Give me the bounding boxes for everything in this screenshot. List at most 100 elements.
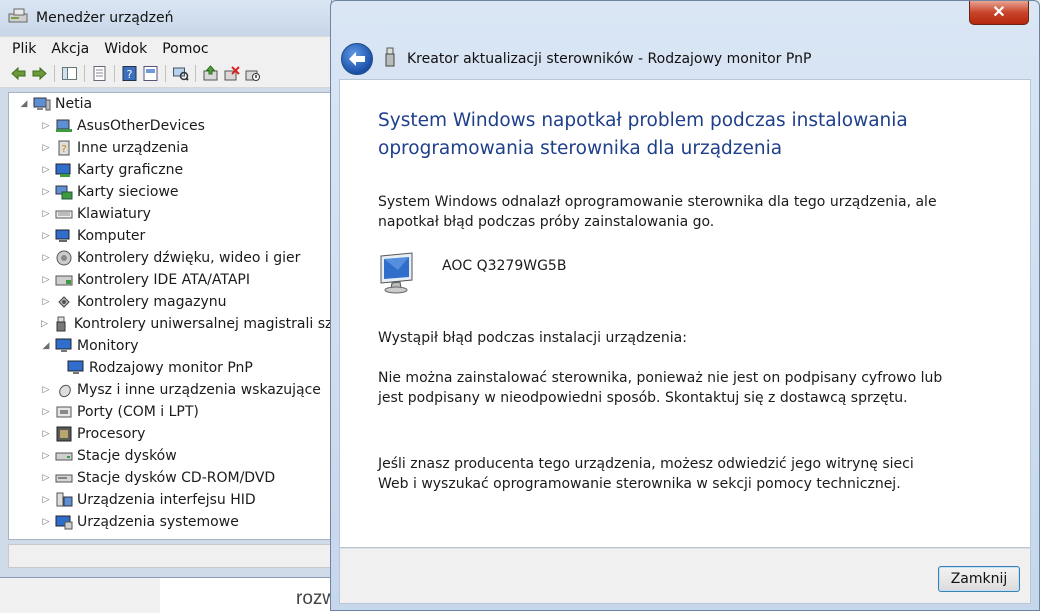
manufacturer-hint: Jeśli znasz producenta tego urządzenia, … — [378, 456, 914, 492]
expand-triangle-icon[interactable]: ▷ — [41, 253, 51, 263]
tree-category-item[interactable]: ▷ Kontrolery uniwersalnej magistrali sze — [9, 313, 331, 335]
tree-category-item[interactable]: ▷ Kontrolery IDE ATA/ATAPI — [9, 269, 331, 291]
error-label: Wystąpił błąd podczas instalacji urządze… — [378, 330, 687, 346]
tree-category-item[interactable]: ▷ Stacje dysków CD-ROM/DVD — [9, 467, 331, 489]
view-icon[interactable] — [142, 65, 159, 82]
tree-category-item[interactable]: ▷ AsusOtherDevices — [9, 115, 331, 137]
menu-pomoc[interactable]: Pomoc — [162, 41, 208, 57]
tree-item-label: Klawiatury — [77, 206, 151, 222]
menu-plik[interactable]: Plik — [12, 41, 36, 57]
expand-triangle-icon[interactable]: ▷ — [41, 473, 51, 483]
show-hide-tree-icon[interactable] — [61, 65, 78, 82]
expand-triangle-icon[interactable]: ▷ — [41, 407, 51, 417]
tree-category-item[interactable]: ▷ Mysz i inne urządzenia wskazujące — [9, 379, 331, 401]
device-tree[interactable]: ◢ Netia ▷ AsusOtherDevices ▷? Inne urządzen… — [8, 92, 332, 540]
expand-triangle-icon[interactable]: ▷ — [41, 187, 51, 197]
expand-triangle-icon[interactable]: ▷ — [41, 121, 51, 131]
tree-item-label: Kontrolery magazynu — [77, 294, 227, 310]
forward-arrow-icon[interactable] — [31, 65, 48, 82]
wizard-footer: Zamknij — [339, 548, 1031, 604]
back-button[interactable] — [341, 43, 373, 75]
toolbar-separator — [165, 65, 166, 82]
cdrom-icon — [55, 470, 73, 486]
error-detail: Nie można zainstalować sterownika, ponie… — [378, 370, 943, 406]
uninstall-icon[interactable] — [223, 65, 240, 82]
wizard-heading: System Windows napotkał problem podczas … — [378, 110, 908, 159]
tree-category-item[interactable]: ▷ Karty sieciowe — [9, 181, 331, 203]
expand-triangle-icon[interactable]: ▷ — [41, 143, 51, 153]
system-device-icon — [55, 514, 73, 530]
computer-icon — [33, 96, 51, 112]
expand-triangle-icon[interactable]: ▷ — [41, 297, 51, 307]
tree-item-label: Urządzenia interfejsu HID — [77, 492, 256, 508]
device-manager-titlebar[interactable]: Menedżer urządzeń — [0, 0, 331, 36]
network-device-icon — [55, 118, 73, 134]
update-driver-icon[interactable] — [202, 65, 219, 82]
window-close-button[interactable]: ✕ — [969, 1, 1029, 25]
expand-triangle-icon[interactable]: ▷ — [41, 517, 51, 527]
svg-text:?: ? — [61, 144, 66, 155]
tree-item-label: Procesory — [77, 426, 146, 442]
menu-widok[interactable]: Widok — [104, 41, 147, 57]
device-tree-rows: ◢ Netia ▷ AsusOtherDevices ▷? Inne urządzen… — [9, 93, 331, 533]
toolbar-separator — [84, 65, 85, 82]
collapse-triangle-icon[interactable]: ◢ — [19, 99, 29, 109]
wizard-title: Kreator aktualizacji sterowników - Rodza… — [407, 51, 812, 67]
expand-triangle-icon[interactable]: ▷ — [41, 231, 51, 241]
network-adapter-icon — [55, 184, 73, 200]
tree-category-item[interactable]: ▷ Klawiatury — [9, 203, 331, 225]
back-arrow-icon — [349, 52, 365, 66]
monitor-icon — [378, 250, 418, 298]
tree-item-label: Karty sieciowe — [77, 184, 179, 200]
tree-category-item[interactable]: ▷? Inne urządzenia — [9, 137, 331, 159]
wizard-intro-text: System Windows odnalazł oprogramowanie s… — [378, 194, 937, 230]
tree-category-item[interactable]: ▷ Kontrolery magazynu — [9, 291, 331, 313]
unknown-device-icon: ? — [55, 140, 73, 156]
tree-category-item[interactable]: ▷ Porty (COM i LPT) — [9, 401, 331, 423]
expand-triangle-icon[interactable]: ▷ — [41, 385, 51, 395]
ide-controller-icon — [55, 272, 73, 288]
expand-triangle-icon[interactable]: ▷ — [41, 275, 51, 285]
tree-item-label: Porty (COM i LPT) — [77, 404, 199, 420]
tree-category-item[interactable]: ▷ Urządzenia interfejsu HID — [9, 489, 331, 511]
toolbar-separator — [114, 65, 115, 82]
device-manager-app-icon — [8, 8, 28, 28]
tree-root-label: Netia — [55, 96, 93, 112]
tree-category-item[interactable]: ▷ Procesory — [9, 423, 331, 445]
properties-icon[interactable] — [91, 65, 108, 82]
usb-device-icon — [385, 47, 395, 71]
tree-category-item[interactable]: ◢ Monitory — [9, 335, 331, 357]
tree-category-item[interactable]: ▷ Stacje dysków — [9, 445, 331, 467]
tree-root[interactable]: ◢ Netia — [9, 93, 331, 115]
tree-item-label: Rodzajowy monitor PnP — [89, 360, 253, 376]
tree-category-item[interactable]: ▷ Komputer — [9, 225, 331, 247]
expand-triangle-icon[interactable]: ▷ — [41, 451, 51, 461]
tree-item-label: Karty graficzne — [77, 162, 184, 178]
menu-akcja[interactable]: Akcja — [51, 41, 89, 57]
scan-hardware-icon[interactable] — [172, 65, 189, 82]
expand-triangle-icon[interactable]: ▷ — [41, 209, 51, 219]
help-icon[interactable]: ? — [121, 65, 138, 82]
monitor-icon — [67, 360, 85, 376]
device-manager-toolbar: ? — [0, 60, 331, 88]
tree-child-item[interactable]: Rodzajowy monitor PnP — [9, 357, 331, 379]
storage-controller-icon — [55, 294, 73, 310]
collapse-triangle-icon[interactable]: ◢ — [41, 341, 51, 351]
tree-item-label: Komputer — [77, 228, 146, 244]
tree-category-item[interactable]: ▷ Urządzenia systemowe — [9, 511, 331, 533]
tree-item-label: Kontrolery uniwersalnej magistrali sze — [73, 316, 332, 332]
tree-category-item[interactable]: ▷ Kontrolery dźwięku, wideo i gier — [9, 247, 331, 269]
close-wizard-button[interactable]: Zamknij — [938, 566, 1020, 592]
device-name: AOC Q3279WG5B — [442, 258, 567, 274]
tree-item-label: Inne urządzenia — [77, 140, 189, 156]
tree-category-item[interactable]: ▷ Karty graficzne — [9, 159, 331, 181]
expand-triangle-icon[interactable]: ▷ — [41, 495, 51, 505]
back-arrow-icon[interactable] — [10, 65, 27, 82]
disable-device-icon[interactable] — [244, 65, 261, 82]
expand-triangle-icon[interactable]: ▷ — [41, 429, 51, 439]
expand-triangle-icon[interactable]: ▷ — [41, 165, 51, 175]
expand-triangle-icon[interactable]: ▷ — [41, 319, 48, 329]
device-manager-window: Menedżer urządzeń Plik Akcja Widok Pomoc… — [0, 0, 332, 578]
processor-icon — [55, 426, 73, 442]
display-adapter-icon — [55, 162, 73, 178]
